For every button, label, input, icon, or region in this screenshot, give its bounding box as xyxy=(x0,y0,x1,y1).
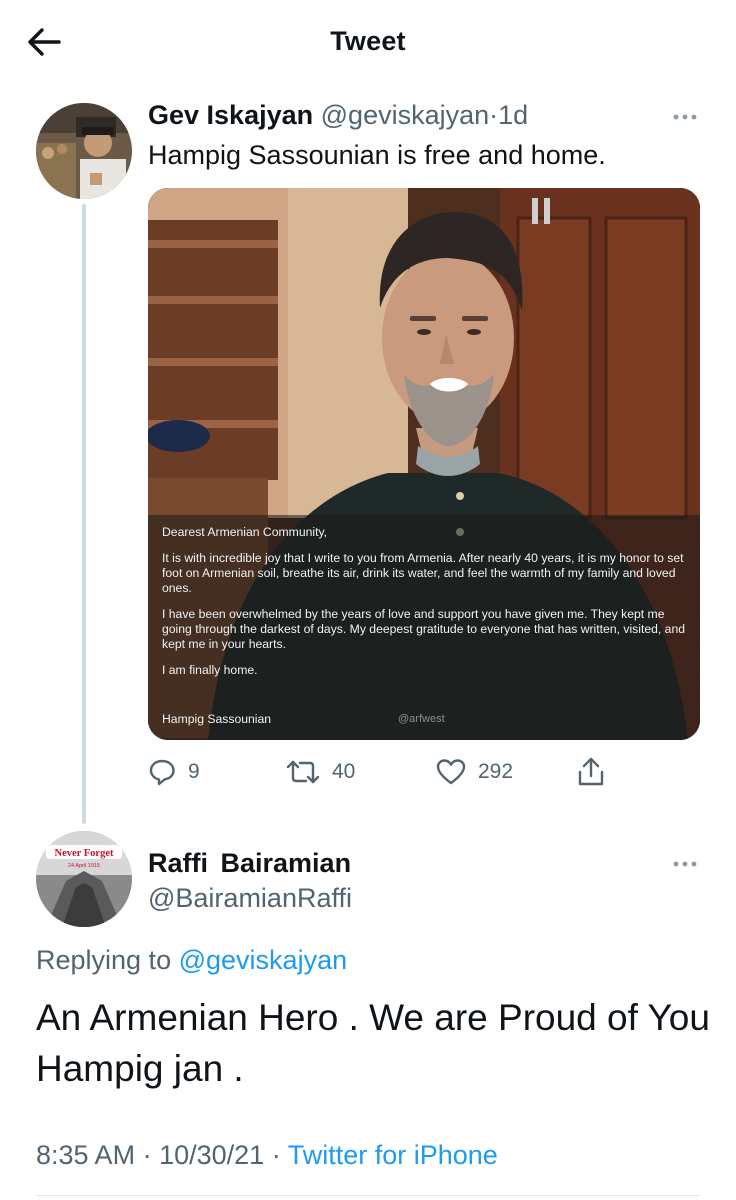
author-handle[interactable]: @geviskajyan xyxy=(321,100,490,130)
tweet-text: Hampig Sassounian is free and home. xyxy=(148,140,606,170)
letter-watermark: @arfwest xyxy=(398,713,445,725)
reply-source[interactable]: Twitter for iPhone xyxy=(288,1140,498,1170)
replying-to-link[interactable]: @geviskajyan xyxy=(179,945,348,975)
reply-author-handle[interactable]: @BairamianRaffi xyxy=(148,883,352,914)
replying-prefix: Replying to xyxy=(36,945,172,975)
reply-author-avatar[interactable]: Never Forget 24 April 1915 xyxy=(36,831,132,927)
reply-time[interactable]: 8:35 AM xyxy=(36,1140,135,1170)
avatar-banner-text: Never Forget xyxy=(55,848,114,859)
tweet-header: Gev Iskajyan @geviskajyan·1d xyxy=(148,100,528,131)
meta-dot: · xyxy=(271,1140,281,1170)
tweet-actions: 9 40 292 xyxy=(148,752,628,792)
author-avatar[interactable] xyxy=(36,103,132,199)
share-button[interactable] xyxy=(576,752,606,792)
meta-dot: · xyxy=(142,1140,152,1170)
tweet-time[interactable]: 1d xyxy=(498,100,528,130)
letter-signature: Hampig Sassounian xyxy=(162,712,272,726)
top-bar: Tweet xyxy=(0,0,736,86)
more-options-button[interactable] xyxy=(668,104,702,130)
divider xyxy=(36,1195,700,1196)
reply-icon xyxy=(149,759,175,786)
more-horizontal-icon xyxy=(673,114,697,120)
retweet-icon xyxy=(286,760,320,784)
letter-closing: I am finally home. xyxy=(162,663,258,677)
reply-more-options-button[interactable] xyxy=(668,851,702,877)
replying-to: Replying to @geviskajyan xyxy=(36,945,347,976)
retweet-count: 40 xyxy=(332,760,356,783)
letter-paragraph-2: I have been overwhelmed by the years of … xyxy=(162,607,686,651)
reply-count: 9 xyxy=(188,760,200,783)
heart-icon xyxy=(436,759,466,785)
like-button[interactable]: 292 xyxy=(436,752,513,792)
avatar-subtext: 24 April 1915 xyxy=(68,863,100,869)
thread-line xyxy=(82,204,86,824)
reply-meta: 8:35 AM · 10/30/21 · Twitter for iPhone xyxy=(36,1140,498,1171)
page-title: Tweet xyxy=(330,26,406,56)
like-count: 292 xyxy=(478,760,514,783)
letter-text: Dearest Armenian Community, It is with i… xyxy=(162,525,692,689)
share-icon xyxy=(578,757,604,786)
reply-text: An Armenian Hero . We are Proud of You H… xyxy=(36,997,710,1089)
author-name[interactable]: Gev Iskajyan xyxy=(148,100,313,130)
meta-separator: · xyxy=(489,100,499,130)
more-horizontal-icon xyxy=(673,861,697,867)
reply-button[interactable]: 9 xyxy=(148,752,200,792)
reply-date[interactable]: 10/30/21 xyxy=(159,1140,264,1170)
reply-author-name[interactable]: Raffi Bairamian xyxy=(148,848,351,879)
letter-greeting: Dearest Armenian Community, xyxy=(162,525,328,539)
retweet-button[interactable]: 40 xyxy=(286,752,355,792)
letter-paragraph-1: It is with incredible joy that I write t… xyxy=(162,551,684,595)
